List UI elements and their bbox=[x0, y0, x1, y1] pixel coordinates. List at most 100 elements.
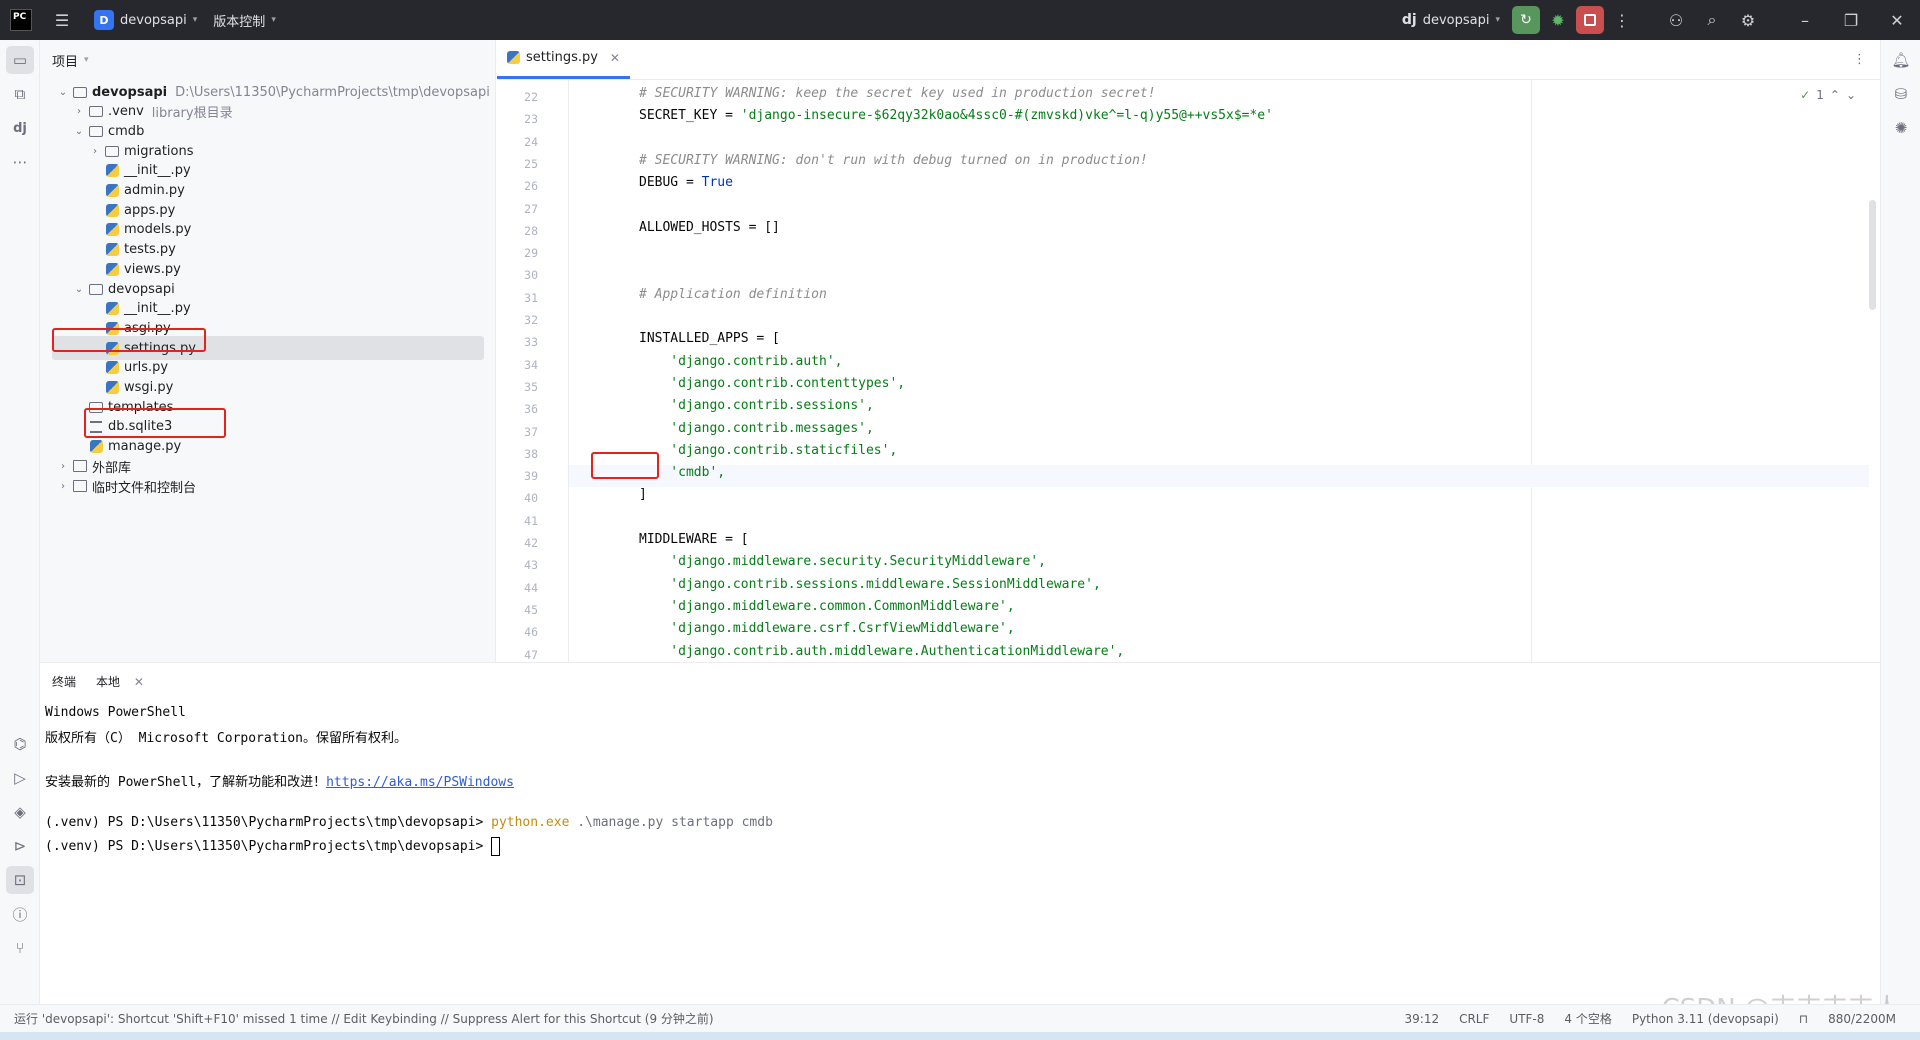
terminal-line: Windows PowerShell bbox=[45, 705, 186, 720]
minimize-icon[interactable]: – bbox=[1782, 4, 1828, 36]
django-structure-icon[interactable]: dj bbox=[6, 114, 34, 142]
folder-icon bbox=[88, 123, 104, 139]
pswindows-link[interactable]: https://aka.ms/PSWindows bbox=[326, 775, 514, 790]
line-separator[interactable]: CRLF bbox=[1449, 1012, 1499, 1026]
debug-icon[interactable]: ✹ bbox=[1540, 4, 1576, 36]
ai-assistant-icon[interactable]: ✺ bbox=[1887, 114, 1915, 142]
indent-setting[interactable]: 4 个空格 bbox=[1554, 1010, 1621, 1027]
chevron-down-icon: ▾ bbox=[192, 15, 198, 25]
lock-icon[interactable]: ⊓ bbox=[1789, 1012, 1818, 1026]
line-number: 27 bbox=[524, 201, 538, 216]
line-number: 30 bbox=[524, 268, 538, 283]
line-number: 29 bbox=[524, 246, 538, 261]
python-file-icon bbox=[104, 261, 120, 277]
more-tools-icon[interactable]: ⋯ bbox=[6, 148, 34, 176]
status-message[interactable]: 运行 'devopsapi': Shortcut 'Shift+F10' mis… bbox=[0, 1010, 1395, 1027]
chevron-down-icon: ▾ bbox=[1495, 15, 1500, 25]
line-number: 35 bbox=[524, 379, 538, 394]
code-line: ALLOWED_HOSTS = [] bbox=[639, 219, 780, 235]
git-icon[interactable]: ⑂ bbox=[6, 934, 34, 962]
vcs-menu[interactable]: 版本控制 ▾ bbox=[205, 6, 284, 34]
structure-icon[interactable]: ⧉ bbox=[6, 80, 34, 108]
database-icon[interactable]: ⛁ bbox=[1887, 80, 1915, 108]
caret-position[interactable]: 39:12 bbox=[1395, 1012, 1450, 1026]
command-exe: python.exe bbox=[491, 815, 570, 830]
project-panel-header[interactable]: 项目 ▾ bbox=[40, 40, 495, 80]
code-ident: DEBUG = bbox=[639, 175, 702, 191]
rerun-button[interactable]: ↻ bbox=[1512, 6, 1540, 34]
memory-indicator[interactable]: 880/2200M bbox=[1818, 1012, 1920, 1026]
line-number: 44 bbox=[524, 580, 538, 595]
python-console-icon[interactable]: ⌬ bbox=[6, 730, 34, 758]
add-user-icon[interactable]: ⚇ bbox=[1658, 4, 1694, 36]
expand-arrow-icon[interactable]: › bbox=[72, 106, 86, 117]
terminal-line: (.venv) PS D:\Users\11350\PycharmProject… bbox=[45, 815, 773, 837]
folder-icon bbox=[88, 281, 104, 297]
line-number: 46 bbox=[524, 625, 538, 640]
line-number: 28 bbox=[524, 223, 538, 238]
tabs-more-icon[interactable]: ⋮ bbox=[1853, 52, 1866, 67]
project-panel-title: 项目 bbox=[52, 54, 79, 70]
search-icon[interactable]: ⌕ bbox=[1694, 4, 1730, 36]
expand-arrow-icon[interactable]: › bbox=[88, 146, 102, 157]
project-folder-icon[interactable]: ▭ bbox=[6, 46, 34, 74]
code-line: ] bbox=[639, 487, 647, 503]
run-icon[interactable]: ▷ bbox=[6, 764, 34, 792]
code-line: DEBUG = True bbox=[639, 175, 733, 197]
python-file-icon bbox=[104, 163, 120, 179]
tab-settings-py[interactable]: settings.py ✕ bbox=[497, 39, 630, 79]
file-encoding[interactable]: UTF-8 bbox=[1499, 1012, 1554, 1026]
django-icon: dj bbox=[1401, 12, 1417, 28]
close-tab-icon[interactable]: ✕ bbox=[610, 51, 620, 65]
close-icon[interactable]: ✕ bbox=[1874, 4, 1920, 36]
line-number: 41 bbox=[524, 513, 538, 528]
notifications-icon[interactable]: 🔔︎ bbox=[1887, 46, 1915, 74]
expand-arrow-icon[interactable]: › bbox=[56, 461, 70, 472]
hamburger-icon[interactable]: ☰ bbox=[44, 4, 80, 36]
line-number: 45 bbox=[524, 602, 538, 617]
pycharm-logo-icon[interactable]: PC bbox=[10, 9, 32, 31]
run-config-selector[interactable]: dj devopsapi ▾ bbox=[1394, 6, 1508, 34]
expand-arrow-icon[interactable]: ⌄ bbox=[72, 126, 86, 137]
problems-icon[interactable]: ⓘ bbox=[6, 900, 34, 928]
code-area[interactable]: # SECURITY WARNING: keep the secret key … bbox=[569, 80, 1869, 662]
tree-item[interactable]: › 临时文件和控制台 bbox=[40, 474, 496, 498]
terminal-panel: 终端 本地 ✕ Windows PowerShell 版权所有（C） Micro… bbox=[40, 662, 1880, 1004]
python-file-icon bbox=[104, 242, 120, 258]
taskbar-strip bbox=[0, 1032, 1920, 1040]
python-interpreter[interactable]: Python 3.11 (devopsapi) bbox=[1622, 1012, 1789, 1026]
more-icon[interactable]: ⋮ bbox=[1604, 4, 1640, 36]
stop-icon bbox=[1584, 14, 1596, 26]
vcs-label: 版本控制 bbox=[213, 14, 266, 30]
line-number: 38 bbox=[524, 446, 538, 461]
prompt: (.venv) PS D:\Users\11350\PycharmProject… bbox=[45, 815, 492, 830]
stop-button[interactable] bbox=[1576, 6, 1604, 34]
editor: settings.py ✕ ⋮ ✓ 1 ⌃ ⌄ 22 23 24 25 26 27 28 29… bbox=[497, 40, 1880, 662]
expand-arrow-icon[interactable]: ⌄ bbox=[72, 284, 86, 295]
code-line: # Application definition bbox=[639, 286, 827, 302]
tab-local-label: 本地 bbox=[96, 674, 121, 689]
current-line-highlight bbox=[569, 465, 1869, 488]
expand-arrow-icon[interactable]: ⌄ bbox=[56, 87, 70, 98]
tree-item-label: tests.py bbox=[124, 242, 176, 258]
terminal-cursor bbox=[491, 837, 501, 856]
close-tab-icon[interactable]: ✕ bbox=[134, 675, 144, 689]
editor-scrollbar[interactable] bbox=[1869, 200, 1876, 310]
line-number: 39 bbox=[524, 469, 538, 484]
terminal-icon[interactable]: ⊡ bbox=[6, 866, 34, 894]
terminal-input-line[interactable]: (.venv) PS D:\Users\11350\PycharmProject… bbox=[45, 837, 501, 859]
python-file-icon bbox=[104, 202, 120, 218]
restore-icon[interactable]: ❐ bbox=[1828, 4, 1874, 36]
code-ident: SECRET_KEY = bbox=[639, 108, 741, 124]
tab-terminal[interactable]: 终端 bbox=[52, 673, 76, 690]
layers-icon[interactable]: ◈ bbox=[6, 798, 34, 826]
python-file-icon bbox=[88, 439, 104, 455]
expand-arrow-icon[interactable]: › bbox=[56, 481, 70, 492]
run-config-name: devopsapi bbox=[1422, 12, 1490, 28]
gear-icon[interactable]: ⚙ bbox=[1730, 4, 1766, 36]
services-icon[interactable]: ⊳ bbox=[6, 832, 34, 860]
project-switcher[interactable]: D devopsapi ▾ bbox=[86, 6, 205, 34]
code-line: 'django.middleware.csrf.CsrfViewMiddlewa… bbox=[639, 621, 1015, 637]
tab-local[interactable]: 本地 ✕ bbox=[96, 673, 144, 690]
folder-icon bbox=[104, 143, 120, 159]
